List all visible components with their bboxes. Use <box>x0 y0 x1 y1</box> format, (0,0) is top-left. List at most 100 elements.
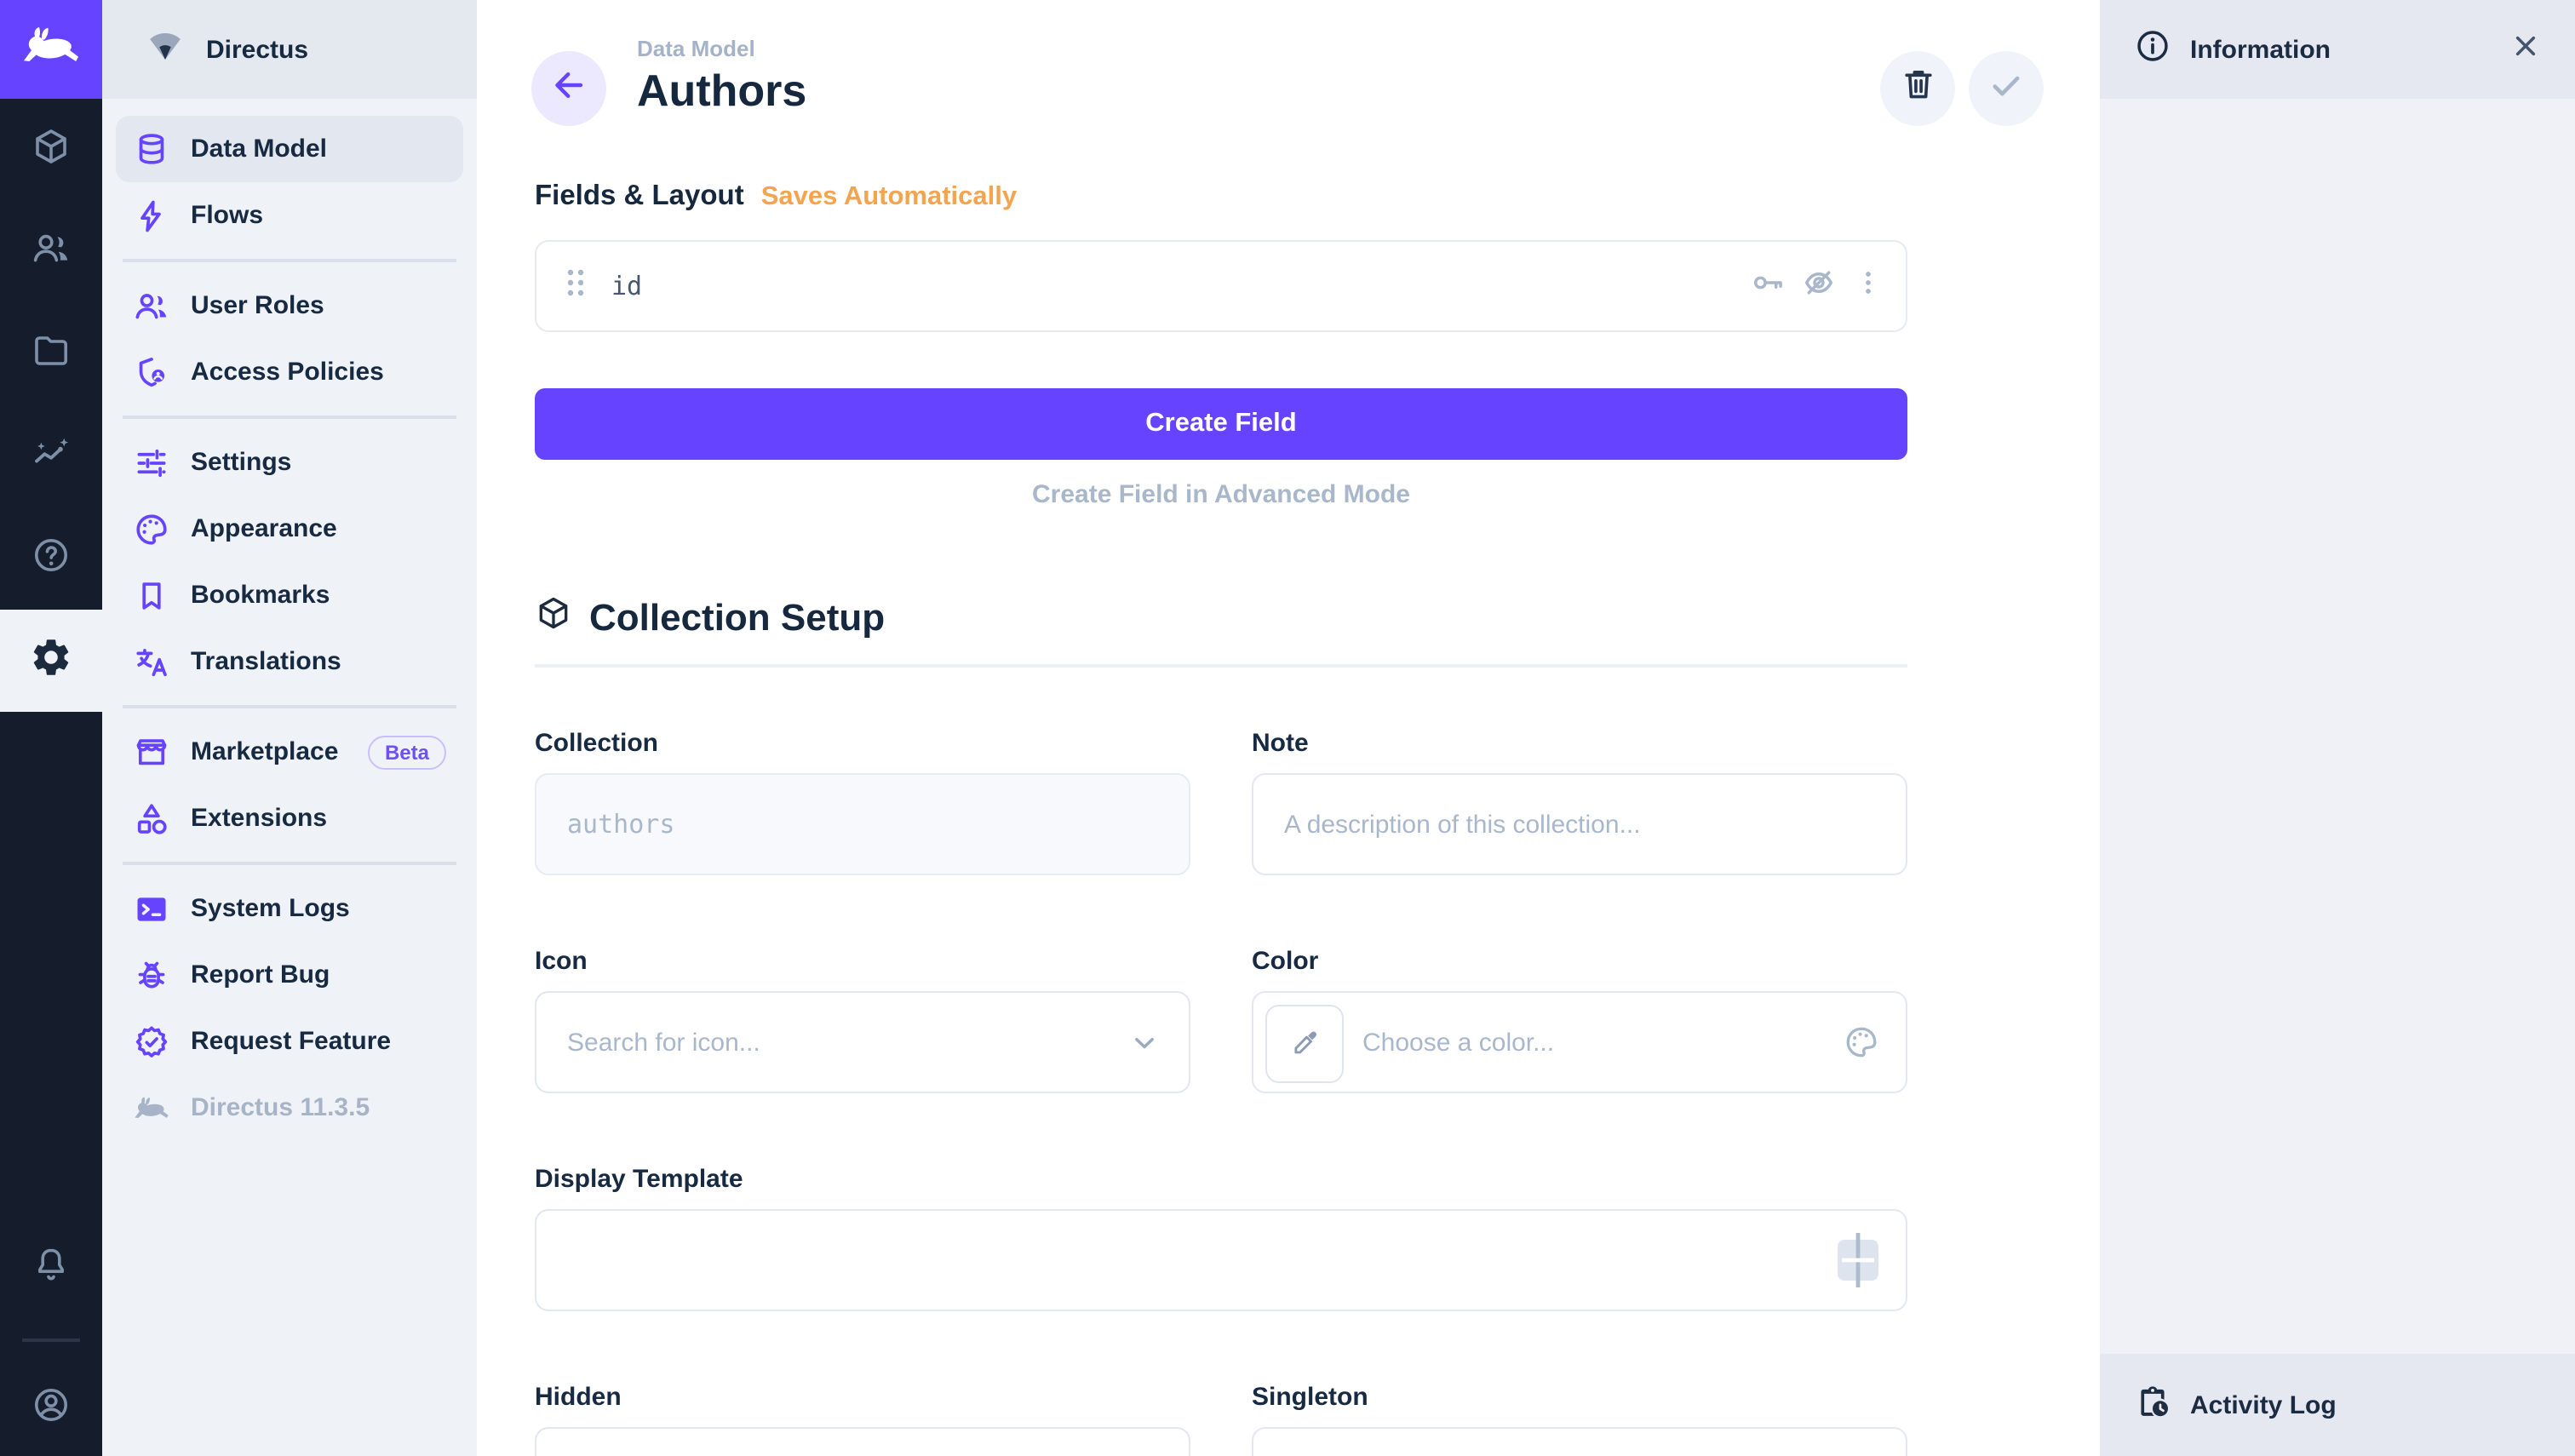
singleton-input[interactable] <box>1252 1427 1907 1456</box>
singleton-label: Singleton <box>1252 1383 1907 1412</box>
title-block: Data Model Authors <box>637 36 806 116</box>
color-input[interactable] <box>1252 991 1907 1093</box>
sidebar-item-translations[interactable]: Translations <box>116 628 463 695</box>
content-cube-icon <box>31 125 72 175</box>
module-content[interactable] <box>0 99 102 201</box>
settings-nav-sidebar: Directus Data Model <box>102 0 477 1456</box>
fields-layout-title: Fields & Layout <box>535 181 744 213</box>
sidebar-item-data-model[interactable]: Data Model <box>116 116 463 182</box>
drag-handle-icon[interactable] <box>564 265 588 307</box>
rabbit-icon <box>133 1089 170 1126</box>
project-header[interactable]: Directus <box>102 0 477 99</box>
bookmark-icon <box>133 576 170 614</box>
content-column: Fields & Layout Saves Automatically id <box>535 181 1907 1456</box>
activity-log-label: Activity Log <box>2190 1390 2337 1419</box>
sidebar-item-request-feature[interactable]: Request Feature <box>116 1008 463 1075</box>
people-icon <box>133 287 170 324</box>
icon-field: Icon <box>535 947 1190 1093</box>
delete-collection-button[interactable] <box>1880 51 1955 126</box>
activity-log-icon <box>2134 1382 2171 1428</box>
singleton-field: Singleton <box>1252 1383 1907 1456</box>
fields-layout-header: Fields & Layout Saves Automatically <box>535 181 1907 213</box>
project-name: Directus <box>206 35 308 64</box>
notifications-button[interactable] <box>0 1218 102 1320</box>
account-button[interactable] <box>0 1361 102 1456</box>
bell-icon <box>31 1244 72 1293</box>
sidebar-item-user-roles[interactable]: User Roles <box>116 272 463 339</box>
collection-setup-title: Collection Setup <box>589 595 885 639</box>
collection-field: Collection <box>535 729 1190 875</box>
hidden-label: Hidden <box>535 1383 1190 1412</box>
add-field-box-icon[interactable] <box>1836 1231 1880 1289</box>
collection-setup-form: Collection Note Icon <box>535 729 1907 1456</box>
sidebar-item-flows[interactable]: Flows <box>116 182 463 249</box>
hidden-input[interactable] <box>535 1427 1190 1456</box>
field-row-id[interactable]: id <box>535 240 1907 332</box>
nav-divider <box>123 416 456 419</box>
sidebar-item-extensions[interactable]: Extensions <box>116 785 463 851</box>
folder-icon <box>31 330 72 379</box>
display-template-input[interactable] <box>535 1209 1907 1311</box>
palette-icon[interactable] <box>1843 1023 1880 1061</box>
icon-search-input[interactable] <box>535 991 1190 1093</box>
bolt-icon <box>133 197 170 234</box>
field-name: id <box>611 271 642 301</box>
display-template-field: Display Template <box>535 1165 1907 1311</box>
color-field: Color <box>1252 947 1907 1093</box>
feature-seal-icon <box>133 1023 170 1060</box>
directus-logo[interactable] <box>0 0 102 99</box>
module-files[interactable] <box>0 303 102 405</box>
translate-icon <box>133 643 170 680</box>
sidebar-item-label: Report Bug <box>191 960 330 989</box>
nav-divider <box>123 259 456 262</box>
sidebar-item-label: Bookmarks <box>191 581 330 610</box>
back-button[interactable] <box>531 51 606 126</box>
arrow-left-icon <box>548 64 589 113</box>
sidebar-item-label: User Roles <box>191 291 324 320</box>
palette-icon <box>133 510 170 547</box>
trash-icon <box>1898 65 1937 112</box>
sidebar-item-label: Translations <box>191 647 341 676</box>
module-settings[interactable] <box>0 610 102 712</box>
module-insights[interactable] <box>0 405 102 507</box>
note-field: Note <box>1252 729 1907 875</box>
module-bar-divider <box>22 1338 80 1342</box>
insights-icon <box>31 432 72 481</box>
note-input[interactable] <box>1252 773 1907 875</box>
eyedropper-button[interactable] <box>1265 1005 1344 1083</box>
color-label: Color <box>1252 947 1907 976</box>
bug-icon <box>133 956 170 994</box>
sidebar-item-label: Access Policies <box>191 358 384 387</box>
sidebar-item-label: Data Model <box>191 135 327 163</box>
sidebar-item-version[interactable]: Directus 11.3.5 <box>116 1075 463 1141</box>
terminal-icon <box>133 890 170 927</box>
sidebar-item-label: Marketplace <box>191 737 338 766</box>
sidebar-item-marketplace[interactable]: Marketplace Beta <box>116 719 463 785</box>
more-vert-icon[interactable] <box>1851 265 1885 307</box>
sidebar-item-system-logs[interactable]: System Logs <box>116 875 463 942</box>
sidebar-item-appearance[interactable]: Appearance <box>116 496 463 562</box>
module-bar <box>0 0 102 1456</box>
version-label: Directus 11.3.5 <box>191 1093 370 1122</box>
sidebar-item-access-policies[interactable]: Access Policies <box>116 339 463 405</box>
connection-signal-icon <box>146 28 184 71</box>
save-button[interactable] <box>1969 51 2044 126</box>
module-users[interactable] <box>0 201 102 303</box>
module-help[interactable] <box>0 507 102 610</box>
chevron-down-icon[interactable] <box>1126 1023 1163 1061</box>
sidebar-item-report-bug[interactable]: Report Bug <box>116 942 463 1008</box>
hidden-field: Hidden <box>535 1383 1190 1456</box>
create-field-button[interactable]: Create Field <box>535 388 1907 460</box>
create-field-advanced-link[interactable]: Create Field in Advanced Mode <box>535 480 1907 509</box>
field-row-icons <box>1749 263 1885 309</box>
beta-badge: Beta <box>368 735 446 769</box>
close-icon <box>2509 28 2543 71</box>
hidden-eye-icon[interactable] <box>1800 263 1838 309</box>
sidebar-item-label: Request Feature <box>191 1027 391 1056</box>
sidebar-item-bookmarks[interactable]: Bookmarks <box>116 562 463 628</box>
activity-log-button[interactable]: Activity Log <box>2100 1354 2575 1456</box>
info-sidebar-header: Information <box>2100 0 2575 99</box>
main-content: Data Model Authors <box>477 0 2100 1456</box>
sidebar-item-settings[interactable]: Settings <box>116 429 463 496</box>
close-sidebar-button[interactable] <box>2500 24 2551 75</box>
